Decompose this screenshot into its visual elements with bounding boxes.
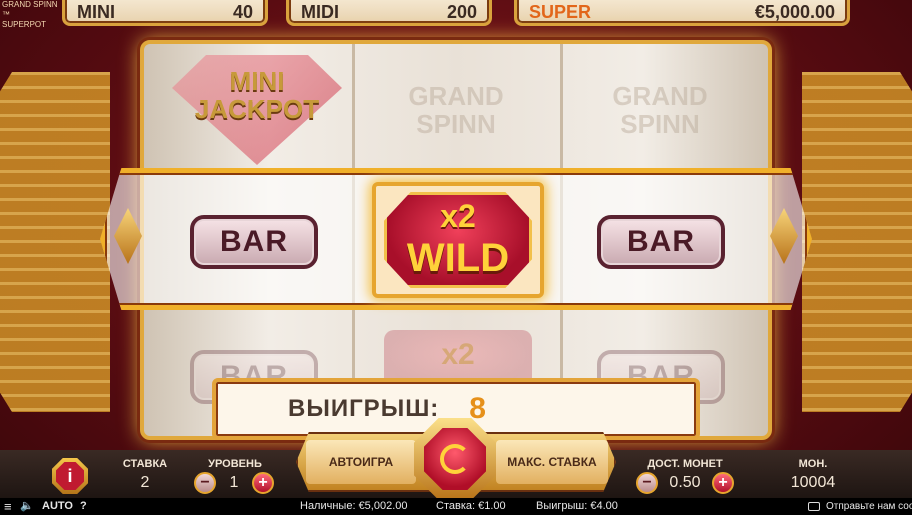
- menu-icon[interactable]: ≡: [4, 498, 12, 515]
- grand-spinn-line1: GRAND: [612, 81, 708, 111]
- jackpot-mini: MINI 40: [62, 0, 268, 26]
- level-decrease-button[interactable]: −: [194, 472, 216, 494]
- jackpot-super-label: SUPER: [529, 1, 592, 22]
- jackpot-super-value: €5,000.00: [754, 1, 835, 22]
- mini-jackpot-symbol: MINI JACKPOT: [172, 55, 342, 165]
- status-bar: ≡ 🔈 AUTO ? Наличные: €5,002.00 Ставка: €…: [0, 498, 912, 515]
- jackpot-mini-label: MINI: [77, 1, 115, 22]
- right-decor-panel: [802, 72, 912, 412]
- winnings-amount: Выигрыш: €4.00: [536, 500, 618, 512]
- wild-multiplier: x2: [440, 198, 476, 234]
- grand-spinn-line2: SPINN: [620, 109, 700, 139]
- help-icon[interactable]: ?: [80, 498, 87, 515]
- autoplay-button[interactable]: АВТОИГРА: [306, 440, 416, 484]
- bet-value: 2: [140, 474, 150, 491]
- grand-spinn-line2: SPINN: [416, 109, 496, 139]
- stake-amount: Ставка: €1.00: [436, 500, 506, 512]
- level-increase-button[interactable]: +: [252, 472, 274, 494]
- bar-symbol: BAR: [190, 215, 318, 269]
- jackpot-midi: MIDI 200: [286, 0, 492, 26]
- mini-jackpot-line1: MINI: [229, 66, 285, 96]
- level-value: 1: [229, 474, 239, 491]
- wild-ghost-multiplier: x2: [441, 338, 475, 371]
- level-label: УРОВЕНЬ: [208, 458, 262, 470]
- logo-line-2: SUPERPOT: [2, 20, 47, 29]
- jackpot-midi-value: 200: [446, 1, 477, 22]
- left-decor-panel: [0, 72, 110, 412]
- max-bet-button[interactable]: МАКС. СТАВКА: [496, 440, 608, 484]
- jackpot-mini-value: 40: [232, 1, 253, 22]
- jackpot-midi-label: MIDI: [301, 1, 339, 22]
- auto-toggle[interactable]: AUTO: [42, 498, 73, 515]
- grand-spinn-symbol: GRAND SPINN: [590, 82, 730, 138]
- game-logo: GRAND SPINN ™ SUPERPOT: [2, 0, 62, 30]
- cash-balance: Наличные: €5,002.00: [300, 500, 408, 512]
- sound-icon[interactable]: 🔈: [20, 498, 34, 515]
- info-icon: i: [56, 462, 84, 490]
- bet-label: СТАВКА: [122, 458, 168, 470]
- grand-spinn-line1: GRAND: [408, 81, 504, 111]
- wild-label: WILD: [406, 236, 510, 280]
- coin-value-label: ДОСТ. МОНЕТ: [647, 458, 723, 470]
- feedback-link[interactable]: Отправьте нам сообщ: [826, 498, 912, 515]
- spin-arrows-icon: [440, 444, 470, 474]
- grand-spinn-symbol: GRAND SPINN: [386, 82, 526, 138]
- coin-value: 0.50: [669, 474, 701, 491]
- mini-jackpot-line2: JACKPOT: [194, 94, 320, 124]
- coins-value: 10004: [790, 474, 836, 491]
- bar-symbol: BAR: [597, 215, 725, 269]
- jackpot-super: SUPER €5,000.00: [514, 0, 850, 26]
- coins-label: МОН.: [798, 458, 828, 470]
- logo-line-1: GRAND SPINN ™: [2, 0, 58, 19]
- win-label: ВЫИГРЫШ:: [288, 395, 440, 422]
- chat-icon[interactable]: [808, 502, 820, 511]
- coin-value-decrease-button[interactable]: −: [636, 472, 658, 494]
- coin-value-increase-button[interactable]: +: [712, 472, 734, 494]
